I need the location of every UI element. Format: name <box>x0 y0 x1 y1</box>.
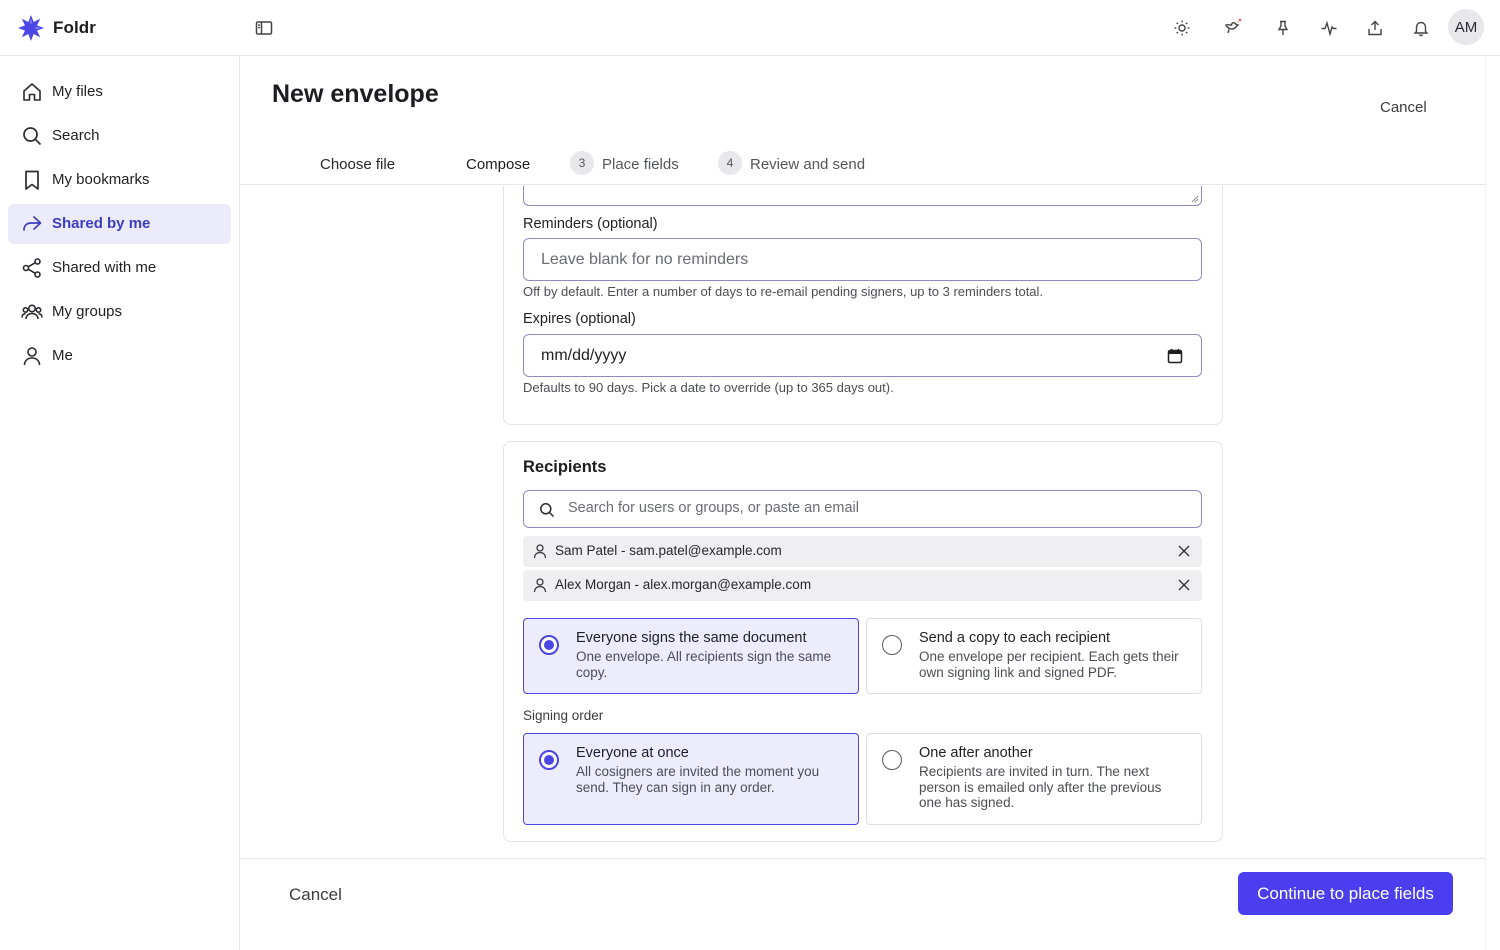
close-icon[interactable] <box>1177 578 1191 592</box>
option-description: All cosigners are invited the moment you… <box>576 764 820 795</box>
sidebar-item-me[interactable]: Me <box>8 336 231 376</box>
upload-icon[interactable] <box>1364 17 1386 39</box>
option-title: One after another <box>919 745 1033 761</box>
sidebar-item-my-groups[interactable]: My groups <box>8 292 231 332</box>
home-icon <box>23 83 41 101</box>
sidebar-item-my-bookmarks[interactable]: My bookmarks <box>8 160 231 200</box>
option-title: Send a copy to each recipient <box>919 630 1111 646</box>
bird-icon[interactable] <box>1221 17 1243 39</box>
close-icon[interactable] <box>1177 544 1191 558</box>
activity-icon[interactable] <box>1318 17 1340 39</box>
reminders-help: Off by default. Enter a number of days t… <box>523 284 1044 299</box>
option-description: One envelope. All recipients sign the sa… <box>576 649 832 680</box>
calendar-icon[interactable] <box>1167 348 1183 364</box>
option-title: Everyone signs the same document <box>576 630 807 646</box>
sidebar-item-search[interactable]: Search <box>8 116 231 156</box>
sidebar: My files Search My bookmarks Shared by m… <box>0 56 240 950</box>
sun-icon[interactable] <box>1171 17 1193 39</box>
recipient-chip-label: Sam Patel - sam.patel@example.com <box>555 543 782 558</box>
recipient-search-placeholder: Search for users or groups, or paste an … <box>568 500 859 516</box>
footer-bar: Cancel Continue to place fields <box>240 858 1485 950</box>
brand-name[interactable]: Foldr <box>53 18 96 38</box>
expires-help: Defaults to 90 days. Pick a date to over… <box>523 380 894 395</box>
radio-button[interactable] <box>882 635 902 655</box>
option-description: One envelope per recipient. Each gets th… <box>919 649 1179 680</box>
reminders-label: Reminders (optional) <box>523 216 658 232</box>
continue-to-place-fields-button[interactable]: Continue to place fields <box>1238 872 1453 915</box>
expires-date-value: mm/dd/yyyy <box>541 347 627 364</box>
header-cancel-button[interactable]: Cancel <box>1380 99 1427 116</box>
users-icon <box>21 304 43 320</box>
sidebar-item-label: Me <box>52 347 73 364</box>
step-choose-file[interactable]: Choose file <box>320 156 395 173</box>
radio-button[interactable] <box>539 635 559 655</box>
option-same-document[interactable]: Everyone signs the same document One env… <box>523 618 859 694</box>
expires-date-input[interactable]: mm/dd/yyyy <box>523 334 1202 377</box>
step-review-and-send: Review and send <box>750 156 866 173</box>
sidebar-toggle-icon[interactable] <box>254 18 274 38</box>
recipient-search-input[interactable]: Search for users or groups, or paste an … <box>523 490 1202 528</box>
option-everyone-at-once[interactable]: Everyone at once All cosigners are invit… <box>523 733 859 825</box>
bookmark-icon <box>25 170 39 190</box>
share-forward-icon <box>23 216 42 231</box>
recipient-chip: Alex Morgan - alex.morgan@example.com <box>523 570 1202 601</box>
sidebar-item-shared-by-me[interactable]: Shared by me <box>8 204 231 244</box>
step-number: 4 <box>718 151 742 175</box>
user-icon <box>23 347 41 366</box>
radio-button[interactable] <box>539 750 559 770</box>
option-copy-each-recipient[interactable]: Send a copy to each recipient One envelo… <box>866 618 1202 694</box>
recipient-chip: Sam Patel - sam.patel@example.com <box>523 536 1202 567</box>
sidebar-item-label: Search <box>52 127 100 144</box>
step-compose[interactable]: Compose <box>466 156 530 173</box>
page-title: New envelope <box>272 80 439 108</box>
user-icon <box>533 578 547 593</box>
search-icon <box>540 503 555 518</box>
pin-icon[interactable] <box>1272 17 1294 39</box>
sidebar-item-label: Shared with me <box>52 259 157 276</box>
sidebar-item-shared-with-me[interactable]: Shared with me <box>8 248 231 288</box>
step-number: 3 <box>570 151 594 175</box>
sidebar-item-label: Shared by me <box>52 215 151 232</box>
resize-handle-icon[interactable] <box>1191 195 1199 203</box>
option-description: Recipients are invited in turn. The next… <box>919 764 1162 810</box>
user-icon <box>533 544 547 559</box>
bell-icon[interactable] <box>1410 17 1432 39</box>
search-icon <box>23 127 42 146</box>
sidebar-item-label: My groups <box>52 303 123 320</box>
footer-cancel-button[interactable]: Cancel <box>289 885 342 905</box>
sidebar-item-my-files[interactable]: My files <box>8 72 231 112</box>
option-title: Everyone at once <box>576 745 689 761</box>
expires-label: Expires (optional) <box>523 311 636 327</box>
signing-order-label: Signing order <box>523 708 604 723</box>
option-one-after-another[interactable]: One after another Recipients are invited… <box>866 733 1202 825</box>
reminders-placeholder: Leave blank for no reminders <box>541 251 749 268</box>
radio-button[interactable] <box>882 750 902 770</box>
top-bar: Foldr AM <box>0 0 1500 56</box>
sidebar-item-label: My files <box>52 83 103 100</box>
stepper: Choose file Compose 3 Place fields 4 Rev… <box>240 150 1485 185</box>
recipient-chip-label: Alex Morgan - alex.morgan@example.com <box>555 577 812 592</box>
scrollbar-track[interactable] <box>1485 56 1486 950</box>
avatar[interactable]: AM <box>1448 9 1484 45</box>
reminders-input[interactable]: Leave blank for no reminders <box>523 238 1202 281</box>
sidebar-item-label: My bookmarks <box>52 171 150 188</box>
share-nodes-icon <box>22 258 41 278</box>
foldr-logo-icon[interactable] <box>17 14 45 42</box>
recipients-title: Recipients <box>523 458 607 476</box>
step-place-fields: Place fields <box>602 156 679 173</box>
message-textarea[interactable] <box>523 186 1202 206</box>
